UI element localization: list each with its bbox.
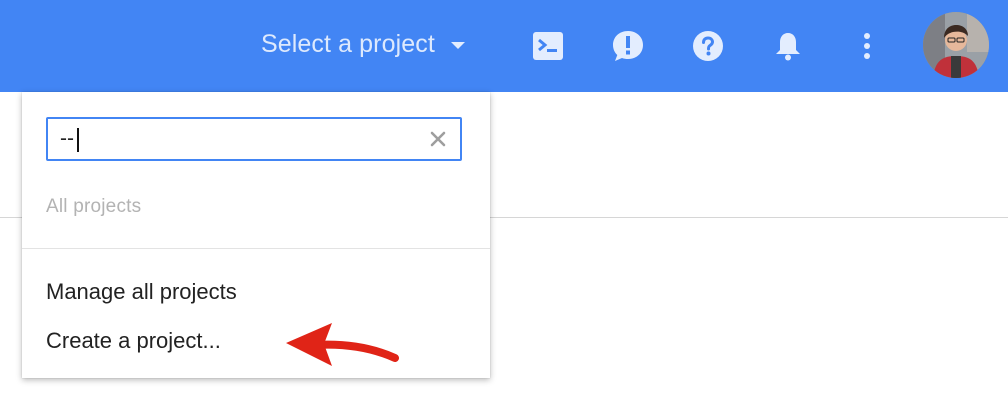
project-selector-label: Select a project [261, 29, 435, 58]
feedback-icon[interactable] [610, 28, 646, 64]
project-search-box[interactable] [46, 117, 462, 161]
help-icon[interactable] [690, 28, 726, 64]
account-avatar[interactable] [923, 12, 989, 78]
notifications-bell-icon[interactable] [770, 28, 806, 64]
cloud-shell-terminal-icon[interactable] [530, 28, 566, 64]
dropdown-caret-icon [450, 41, 465, 49]
red-arrow-annotation [280, 318, 405, 375]
all-projects-section-label: All projects [46, 196, 142, 217]
manage-all-projects-link[interactable]: Manage all projects [46, 279, 237, 305]
more-vert-icon[interactable] [849, 28, 885, 64]
project-search-input[interactable] [60, 123, 420, 155]
top-app-bar: Select a project [0, 0, 1008, 92]
dropdown-divider [22, 248, 490, 249]
project-selector-dropdown: All projects Manage all projects Create … [22, 92, 490, 378]
clear-search-close-icon[interactable] [428, 129, 448, 149]
create-project-link[interactable]: Create a project... [46, 328, 221, 354]
text-cursor [77, 128, 79, 152]
project-selector-button[interactable]: Select a project [253, 22, 473, 66]
